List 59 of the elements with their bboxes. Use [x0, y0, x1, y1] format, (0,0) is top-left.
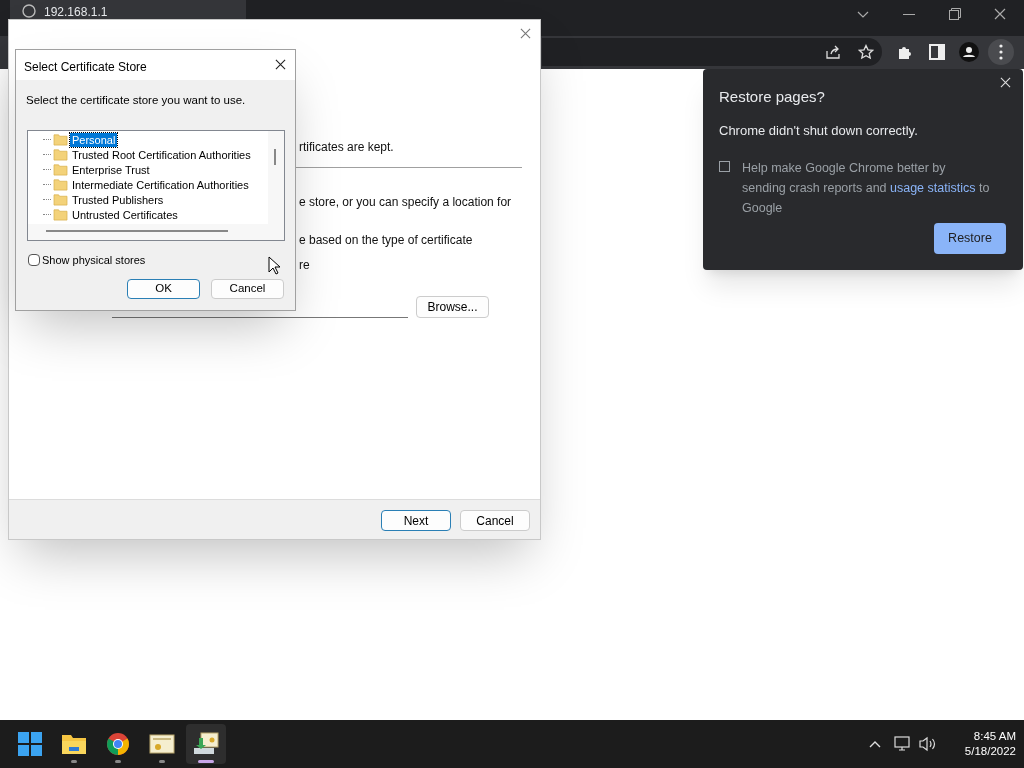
globe-icon	[22, 4, 36, 18]
certificate-import-icon	[193, 732, 219, 756]
ok-button[interactable]: OK	[127, 279, 200, 299]
tree-item[interactable]: Untrusted Certificates	[70, 207, 180, 222]
clock-time: 8:45 AM	[973, 729, 1016, 744]
folder-icon	[53, 133, 68, 146]
checkbox[interactable]	[28, 254, 40, 267]
consent-text: Help make Google Chrome better by sending crash reports and usage statistics to Google	[742, 160, 991, 217]
wizard-text: e store, or you can specify a location for	[299, 194, 512, 211]
close-icon[interactable]	[275, 59, 286, 70]
tab-search-icon[interactable]	[857, 11, 869, 19]
certificate-icon	[149, 733, 175, 755]
tree-item[interactable]: Trusted Root Certification Authorities	[70, 147, 253, 162]
scrollbar-thumb[interactable]	[274, 149, 276, 165]
restore-icon[interactable]	[949, 8, 961, 20]
folder-icon	[53, 193, 68, 206]
cancel-button[interactable]: Cancel	[211, 279, 284, 299]
volume-icon[interactable]	[919, 736, 937, 752]
mouse-pointer-icon	[268, 256, 281, 275]
taskbar-button[interactable]	[186, 724, 226, 764]
share-icon[interactable]	[825, 44, 841, 60]
popup-title: Restore pages?	[719, 87, 826, 107]
wizard-text: e based on the type of certificate	[299, 232, 473, 249]
tree-item[interactable]: Trusted Publishers	[70, 192, 166, 207]
folder-icon	[53, 208, 68, 221]
dialog-instruction: Select the certificate store you want to use.	[26, 93, 246, 108]
wizard-text: rtificates are kept.	[299, 139, 394, 156]
restore-button[interactable]: Restore	[934, 223, 1006, 254]
puzzle-icon[interactable]	[897, 44, 913, 60]
clock-date: 5/18/2022	[964, 744, 1016, 759]
chrome-logo-icon	[106, 732, 130, 756]
browser-tab[interactable]: 192.168.1.1	[10, 0, 246, 19]
profile-icon[interactable]	[959, 42, 979, 62]
network-icon[interactable]	[894, 736, 912, 752]
usage-statistics-link[interactable]: usage statistics	[890, 181, 976, 195]
consent-checkbox[interactable]	[719, 161, 730, 172]
next-button[interactable]: Next	[381, 510, 451, 531]
folder-icon	[53, 178, 68, 191]
folder-icon	[61, 733, 87, 755]
tree-item[interactable]: Enterprise Trust	[70, 162, 152, 177]
scrollbar-thumb[interactable]	[46, 230, 228, 232]
tree-item[interactable]: Personal	[70, 132, 118, 147]
checkbox-label: Show physical stores	[42, 253, 146, 268]
menu-icon[interactable]	[988, 39, 1014, 65]
cancel-button[interactable]: Cancel	[460, 510, 530, 531]
browse-button[interactable]: Browse...	[416, 296, 489, 318]
side-panel-icon[interactable]	[929, 44, 945, 60]
close-icon[interactable]	[994, 8, 1006, 20]
minimize-icon[interactable]	[903, 14, 915, 16]
windows-logo-icon	[18, 732, 42, 756]
star-icon[interactable]	[858, 44, 874, 60]
folder-icon	[53, 148, 68, 161]
chevron-up-icon[interactable]	[869, 740, 881, 748]
tree-item[interactable]: Intermediate Certification Authorities	[70, 177, 251, 192]
popup-message: Chrome didn't shut down correctly.	[719, 121, 919, 140]
tab-title: 192.168.1.1	[44, 4, 108, 21]
wizard-text: re	[299, 257, 310, 274]
dialog-title: Select Certificate Store	[24, 59, 147, 76]
folder-icon	[53, 163, 68, 176]
